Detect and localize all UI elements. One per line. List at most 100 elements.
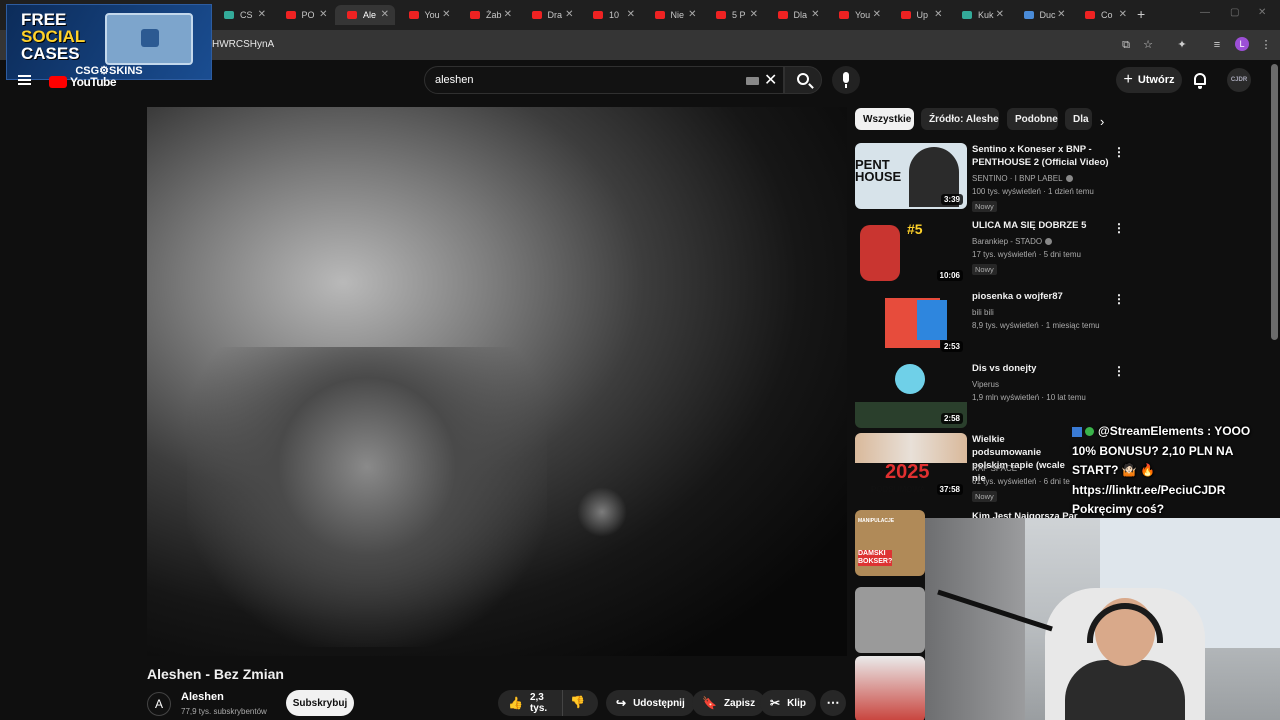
bookmark-star-icon[interactable]: ☆ <box>1141 38 1155 52</box>
related-channel: RAP SPACE <box>972 464 1018 473</box>
tab-close-icon[interactable]: ✕ <box>873 9 881 20</box>
save-button[interactable]: 🔖 Zapisz <box>692 690 766 716</box>
share-button[interactable]: ↪ Udostępnij <box>606 690 695 716</box>
more-options-icon[interactable]: ⋮ <box>1113 221 1125 235</box>
browser-tab[interactable]: 10 ✕ <box>581 5 641 25</box>
close-window-icon[interactable]: ✕ <box>1258 7 1266 18</box>
video-thumbnail[interactable]: #5 10:06 <box>855 219 967 285</box>
browser-tab[interactable]: Duc ✕ <box>1012 5 1072 25</box>
search-input[interactable]: aleshen <box>435 74 474 86</box>
more-options-icon[interactable]: ⋮ <box>1113 364 1125 378</box>
thumbnail-text: PENT HOUSE <box>855 157 902 184</box>
voice-search-mic-icon[interactable] <box>832 66 860 94</box>
browser-tab[interactable]: 5 P ✕ <box>704 5 764 25</box>
new-badge: Nowy <box>972 264 997 275</box>
notifications-bell-icon[interactable] <box>1194 73 1206 89</box>
page-scrollbar[interactable] <box>1271 64 1278 340</box>
tab-label: 10 <box>609 10 620 20</box>
browser-tab[interactable]: You ✕ <box>827 5 887 25</box>
tab-close-icon[interactable]: ✕ <box>1119 9 1127 20</box>
dislike-button[interactable]: 👎 <box>570 695 585 709</box>
minimize-icon[interactable]: — <box>1200 7 1210 18</box>
chip-for-you[interactable]: Dla <box>1065 108 1092 130</box>
browser-tab[interactable]: PO ✕ <box>274 5 334 25</box>
tab-close-icon[interactable]: ✕ <box>627 9 635 20</box>
tab-close-icon[interactable]: ✕ <box>811 9 819 20</box>
browser-tab[interactable]: Co ✕ <box>1073 5 1133 25</box>
browser-profile-avatar[interactable]: L <box>1235 37 1249 51</box>
more-options-icon[interactable]: ⋮ <box>1113 145 1125 159</box>
more-options-icon[interactable]: ⋮ <box>1113 292 1125 306</box>
clip-button[interactable]: ✂ Klip <box>760 690 816 716</box>
related-video[interactable]: #5 10:06 ULICA MA SIĘ DOBRZE 5 Barankiep… <box>855 219 1130 289</box>
tab-close-icon[interactable]: ✕ <box>934 9 942 20</box>
video-thumbnail[interactable]: 2025 PODSUMOWA 37:58 <box>855 433 967 499</box>
youtube-logo-text[interactable]: YouTube <box>70 75 117 89</box>
tab-close-icon[interactable]: ✕ <box>258 9 266 20</box>
video-thumbnail[interactable] <box>855 587 925 653</box>
video-thumbnail[interactable]: PENT HOUSE 3:39 <box>855 143 967 209</box>
video-thumbnail[interactable] <box>855 656 925 720</box>
new-tab-button[interactable]: + <box>1137 6 1145 22</box>
scissors-icon: ✂ <box>770 696 781 710</box>
related-channel: SENTINO · I BNP LABEL <box>972 174 1073 183</box>
chip-related[interactable]: Podobne <box>1007 108 1058 130</box>
media-control-icon[interactable]: ≡ <box>1210 38 1224 52</box>
channel-avatar[interactable]: A <box>147 692 171 716</box>
browser-tab[interactable]: Żab ✕ <box>458 5 518 25</box>
hamburger-menu-icon[interactable] <box>18 75 31 85</box>
url-field[interactable]: HWRCSHynA <box>212 39 274 50</box>
ad-headline: FREE SOCIAL CASES <box>21 11 101 62</box>
chip-source[interactable]: Źródło: Aleshen <box>921 108 999 130</box>
tab-close-icon[interactable]: ✕ <box>381 9 389 20</box>
more-actions-icon[interactable]: ⋯ <box>820 690 846 716</box>
browser-tab[interactable]: Ale ✕ <box>335 5 395 25</box>
tab-favicon-icon <box>1023 11 1034 19</box>
browser-tab[interactable]: Dla ✕ <box>766 5 826 25</box>
install-app-icon[interactable]: ⧉ <box>1119 38 1133 52</box>
subscribe-button[interactable]: Subskrybuj <box>286 690 354 716</box>
ad-line-3: CASES <box>21 44 80 63</box>
video-thumbnail[interactable]: 2:58 <box>855 362 967 428</box>
create-button[interactable]: + Utwórz <box>1116 67 1182 93</box>
clear-search-icon[interactable]: ✕ <box>764 70 777 90</box>
browser-tab[interactable]: Dra ✕ <box>520 5 580 25</box>
tab-close-icon[interactable]: ✕ <box>1057 9 1065 20</box>
channel-name[interactable]: Aleshen <box>181 691 224 703</box>
chip-all[interactable]: Wszystkie <box>855 108 914 130</box>
tab-close-icon[interactable]: ✕ <box>996 9 1004 20</box>
moderator-badge-icon <box>1085 427 1094 437</box>
extensions-icon[interactable]: ✦ <box>1175 38 1189 52</box>
browser-tab[interactable]: You ✕ <box>397 5 457 25</box>
browser-tab[interactable]: Up ✕ <box>889 5 949 25</box>
related-video[interactable]: PENT HOUSE 3:39 Sentino x Koneser x BNP … <box>855 143 1130 213</box>
tab-close-icon[interactable]: ✕ <box>688 9 696 20</box>
user-avatar[interactable]: CJDR <box>1227 68 1251 92</box>
related-title: Dis vs donejty <box>972 363 1037 374</box>
duration-badge: 3:39 <box>940 194 963 205</box>
browser-menu-icon[interactable]: ⋮ <box>1259 38 1273 52</box>
keyboard-icon[interactable] <box>746 77 759 85</box>
duration-badge: 37:58 <box>936 484 963 495</box>
video-thumbnail[interactable]: MANIPULACJE DAMSKI BOKSER? <box>855 510 925 576</box>
browser-tab[interactable]: Kuk ✕ <box>950 5 1010 25</box>
like-button[interactable]: 👍 2,3 tys. <box>498 690 563 716</box>
related-video[interactable]: 2:53 piosenka o wojfer87 bili bili 8,9 t… <box>855 290 1130 360</box>
tab-close-icon[interactable]: ✕ <box>319 9 327 20</box>
video-thumbnail[interactable]: 2:53 <box>855 290 967 356</box>
tab-close-icon[interactable]: ✕ <box>565 9 573 20</box>
chips-next-arrow-icon[interactable]: › <box>1100 114 1104 129</box>
tab-close-icon[interactable]: ✕ <box>504 9 512 20</box>
video-player[interactable] <box>147 107 847 656</box>
search-button[interactable] <box>784 66 822 94</box>
search-box[interactable]: aleshen ✕ <box>424 66 784 94</box>
tab-favicon-icon <box>224 11 234 19</box>
tab-close-icon[interactable]: ✕ <box>750 9 758 20</box>
tab-label: You <box>424 10 440 20</box>
maximize-icon[interactable]: ▢ <box>1230 7 1239 18</box>
tab-close-icon[interactable]: ✕ <box>442 9 450 20</box>
tab-label: Dla <box>793 10 808 20</box>
browser-tab[interactable]: CS ✕ <box>212 5 272 25</box>
youtube-logo-icon[interactable] <box>49 76 67 88</box>
browser-tab[interactable]: Nie ✕ <box>643 5 703 25</box>
